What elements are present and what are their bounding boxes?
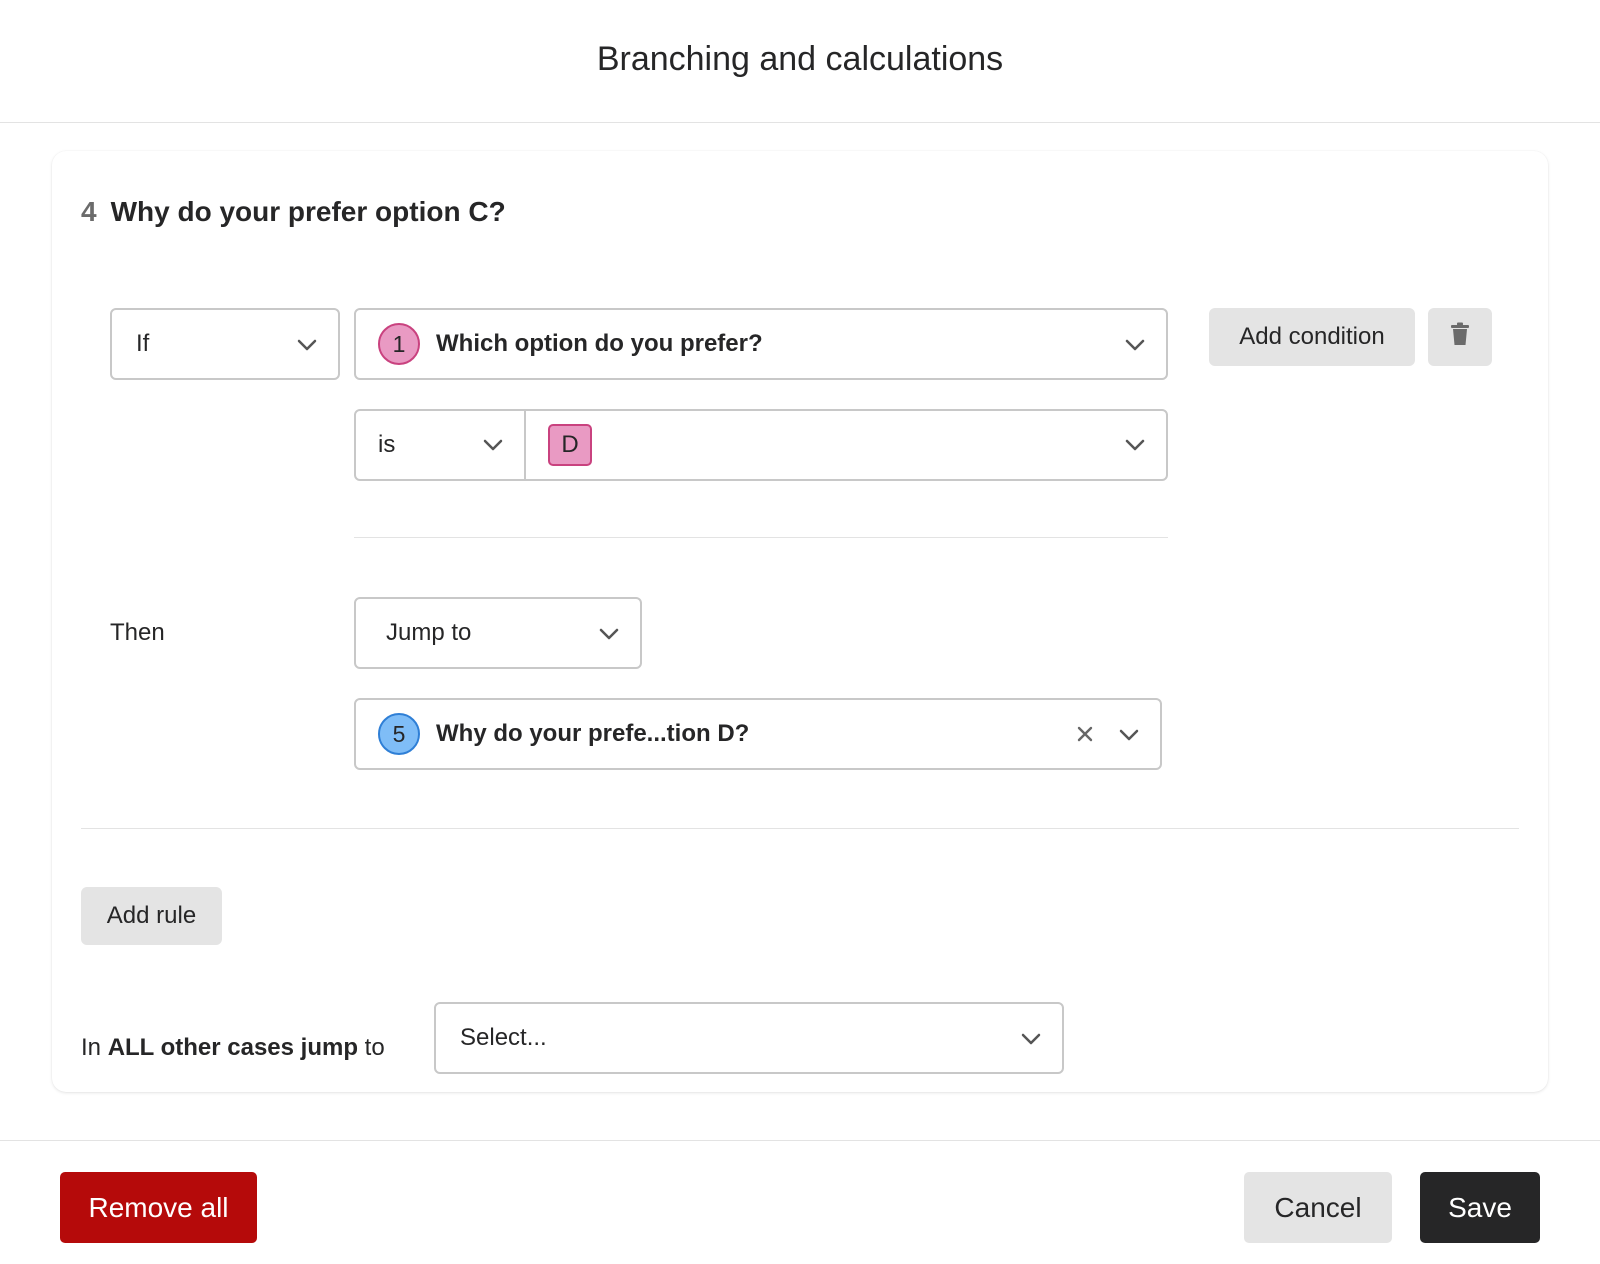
dialog-header: Branching and calculations xyxy=(0,0,1600,123)
chevron-down-icon xyxy=(598,623,620,645)
delete-rule-button[interactable] xyxy=(1428,308,1492,366)
save-button[interactable]: Save xyxy=(1420,1172,1540,1243)
chevron-down-icon xyxy=(296,334,318,356)
condition-operator-group: is D xyxy=(354,409,1168,481)
otherwise-target-select[interactable]: Select... xyxy=(434,1002,1064,1074)
value-tag: D xyxy=(548,424,592,466)
operator-value: is xyxy=(378,431,396,458)
chevron-down-icon xyxy=(482,434,504,456)
dialog-body: 4 Why do your prefer option C? If 1 Which… xyxy=(0,124,1600,1140)
trash-icon xyxy=(1450,322,1470,353)
add-condition-button[interactable]: Add condition xyxy=(1209,308,1415,366)
clear-icon[interactable] xyxy=(1074,723,1096,745)
operator-select[interactable]: is xyxy=(356,411,526,479)
chevron-down-icon xyxy=(1124,334,1146,356)
question-title: Why do your prefer option C? xyxy=(110,196,506,227)
otherwise-label: In ALL other cases jump to xyxy=(81,1034,385,1062)
target-question-select[interactable]: 5 Why do your prefe...tion D? xyxy=(354,698,1162,770)
add-rule-button[interactable]: Add rule xyxy=(81,887,222,945)
action-value: Jump to xyxy=(386,619,472,646)
cancel-button[interactable]: Cancel xyxy=(1244,1172,1392,1243)
otherwise-prefix: In xyxy=(81,1034,108,1061)
remove-all-button[interactable]: Remove all xyxy=(60,1172,257,1243)
question-logic-card: 4 Why do your prefer option C? If 1 Which… xyxy=(52,151,1548,1092)
otherwise-placeholder: Select... xyxy=(460,1024,547,1051)
divider xyxy=(354,537,1168,538)
chevron-down-icon xyxy=(1124,434,1146,456)
question-heading: 4 Why do your prefer option C? xyxy=(81,196,506,228)
condition-value-select[interactable]: D xyxy=(526,411,1166,479)
question-number: 4 xyxy=(81,196,97,227)
otherwise-bold: ALL other cases jump xyxy=(107,1034,358,1061)
question-number-badge: 5 xyxy=(378,713,420,755)
then-label: Then xyxy=(110,619,165,646)
chevron-down-icon xyxy=(1020,1028,1042,1050)
dialog-title: Branching and calculations xyxy=(596,39,1004,78)
dialog-footer: Remove all Cancel Save xyxy=(0,1140,1600,1264)
target-question-label: Why do your prefe...tion D? xyxy=(436,720,750,747)
chevron-down-icon xyxy=(1118,724,1140,746)
if-select-value: If xyxy=(136,330,150,357)
condition-question-label: Which option do you prefer? xyxy=(436,330,763,357)
action-select[interactable]: Jump to xyxy=(354,597,642,669)
condition-question-select[interactable]: 1 Which option do you prefer? xyxy=(354,308,1168,380)
question-number-badge: 1 xyxy=(378,323,420,365)
if-select[interactable]: If xyxy=(110,308,340,380)
otherwise-suffix: to xyxy=(357,1034,385,1061)
divider xyxy=(81,828,1519,829)
